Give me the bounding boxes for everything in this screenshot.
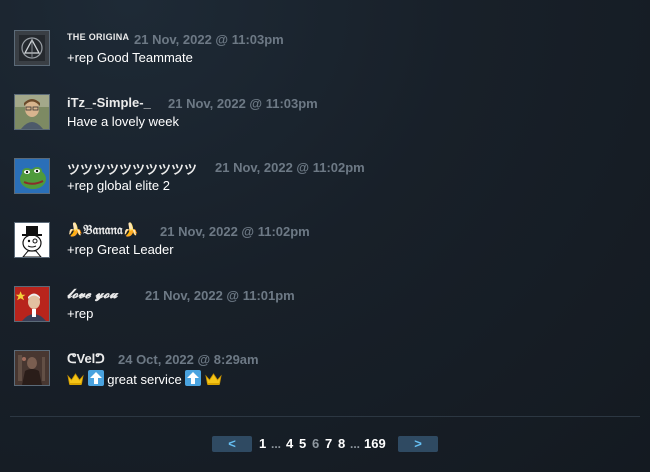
pepe-frog-avatar[interactable] bbox=[14, 158, 50, 194]
page-link[interactable]: 7 bbox=[325, 436, 332, 452]
comment: THE ORIGINA 21 Nov, 2022 @ 11:03pm +rep … bbox=[14, 30, 634, 70]
comment-author[interactable]: THE ORIGINA bbox=[67, 32, 129, 42]
comment-text-line: great service bbox=[67, 370, 222, 389]
pagination: < 1 ... 4 5 6 7 8 ... 169 > bbox=[0, 436, 650, 454]
comment-text: +rep global elite 2 bbox=[67, 178, 170, 193]
comment-timestamp: 21 Nov, 2022 @ 11:02pm bbox=[215, 160, 365, 175]
comment-text: Have a lovely week bbox=[67, 114, 179, 129]
pagination-ellipsis: ... bbox=[271, 437, 282, 451]
top-hat-meme-avatar[interactable] bbox=[14, 222, 50, 258]
dark-figure-avatar[interactable] bbox=[14, 350, 50, 386]
comment-timestamp: 21 Nov, 2022 @ 11:03pm bbox=[134, 32, 284, 47]
comment-timestamp: 21 Nov, 2022 @ 11:03pm bbox=[168, 96, 318, 111]
comment-timestamp: 21 Nov, 2022 @ 11:02pm bbox=[160, 224, 310, 239]
comment-author[interactable]: 𝓵𝓸𝓿𝓮 𝔂𝓸𝓾 bbox=[67, 287, 117, 302]
arrow-up-icon bbox=[185, 370, 202, 389]
arrow-up-icon bbox=[87, 370, 104, 389]
comment-timestamp: 24 Oct, 2022 @ 8:29am bbox=[118, 352, 259, 367]
red-flag-portrait-avatar[interactable] bbox=[14, 286, 50, 322]
prev-page-button[interactable]: < bbox=[212, 436, 252, 452]
next-page-button[interactable]: > bbox=[398, 436, 438, 452]
pagination-ellipsis: ... bbox=[350, 437, 361, 451]
comment-timestamp: 21 Nov, 2022 @ 11:01pm bbox=[145, 288, 295, 303]
comment-author[interactable]: 🍌𝔅𝔞𝔫𝔞𝔫𝔞🍌 bbox=[67, 223, 139, 238]
page-link[interactable]: 1 bbox=[259, 436, 266, 452]
comment-author[interactable]: ツツツツツツツツツツ bbox=[67, 159, 197, 178]
page-link[interactable]: 169 bbox=[364, 436, 386, 452]
crown-icon bbox=[67, 373, 84, 389]
comment-text: +rep Great Leader bbox=[67, 242, 174, 257]
man-portrait-avatar[interactable] bbox=[14, 94, 50, 130]
triangle-logo-avatar[interactable] bbox=[14, 30, 50, 66]
page-link[interactable]: 5 bbox=[299, 436, 306, 452]
divider bbox=[10, 416, 640, 417]
comment: 𝓵𝓸𝓿𝓮 𝔂𝓸𝓾 21 Nov, 2022 @ 11:01pm +rep bbox=[14, 286, 634, 326]
comment-text: +rep bbox=[67, 306, 94, 321]
comment: ツツツツツツツツツツ 21 Nov, 2022 @ 11:02pm +rep g… bbox=[14, 158, 634, 198]
page-link[interactable]: 4 bbox=[286, 436, 293, 452]
comment: iTz_-Simple-_ 21 Nov, 2022 @ 11:03pm Hav… bbox=[14, 94, 634, 134]
comment-author[interactable]: iTz_-Simple-_ bbox=[67, 95, 151, 110]
comment-author[interactable]: ᕦVelᕤ bbox=[67, 351, 105, 367]
comment-text: +rep Good Teammate bbox=[67, 50, 193, 65]
crown-icon bbox=[205, 373, 222, 389]
current-page: 6 bbox=[312, 436, 320, 451]
page-link[interactable]: 8 bbox=[338, 436, 345, 452]
comment: 🍌𝔅𝔞𝔫𝔞𝔫𝔞🍌 21 Nov, 2022 @ 11:02pm +rep Gre… bbox=[14, 222, 634, 262]
comment: ᕦVelᕤ 24 Oct, 2022 @ 8:29am great servic… bbox=[14, 350, 634, 390]
comment-text: great service bbox=[107, 372, 182, 387]
